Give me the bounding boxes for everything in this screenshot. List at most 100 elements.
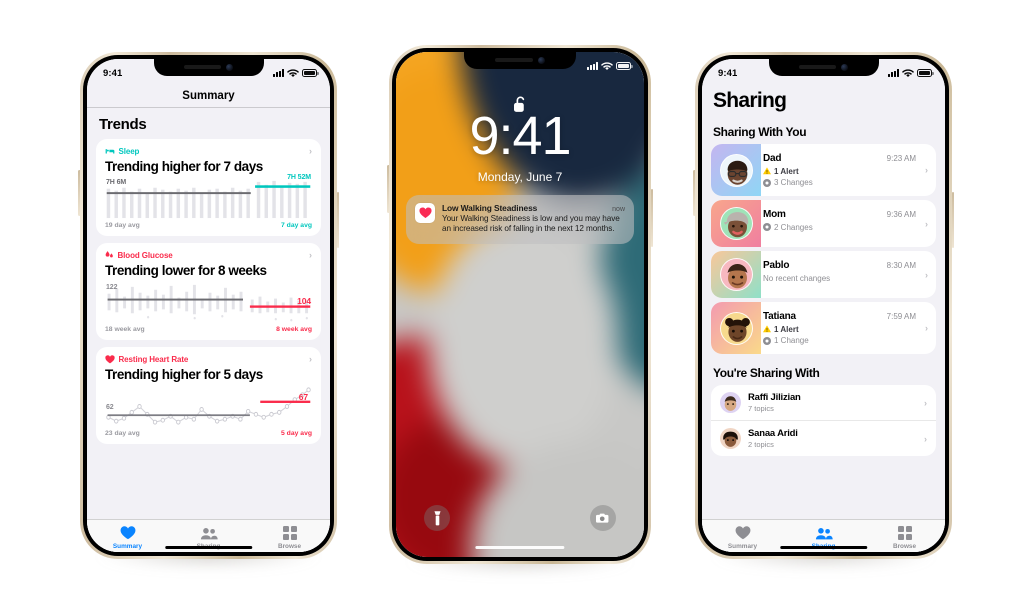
changes-icon <box>763 223 771 231</box>
changes-icon <box>763 178 771 187</box>
card-header: Blood Glucose › <box>105 250 312 260</box>
notification-timestamp: now <box>612 206 625 213</box>
sharing-row-content: Pablo 8:30 AM No recent changes <box>761 251 925 298</box>
hr-baseline-label: 62 <box>106 403 114 411</box>
shared-with-you-list: Dad 9:23 AM 1 Alert 3 Changes › Mom 9:36… <box>702 144 945 358</box>
phone-screen-left: 9:41 Summary Trends Sleep › Trending hig… <box>87 59 330 552</box>
heart-icon <box>120 525 136 541</box>
sleep-chart-svg <box>106 180 311 218</box>
lock-screen-time: 9:41 <box>469 106 571 166</box>
alert-label: 1 Alert <box>774 166 799 176</box>
lock-screen-shortcuts <box>396 505 644 531</box>
camera-button[interactable] <box>590 505 616 531</box>
summary-scroll[interactable]: Trends Sleep › Trending higher for 7 day… <box>87 108 330 520</box>
wifi-icon <box>287 68 299 77</box>
youre-sharing-with-list: Raffi Jilizian 7 topics › Sanaa Aridi 2 … <box>711 385 936 456</box>
contact-info: Sanaa Aridi 2 topics <box>748 428 917 449</box>
sharing-row-header: Tatiana 7:59 AM <box>763 311 916 322</box>
card-header: Sleep › <box>105 146 312 156</box>
notification-header: Low Walking Steadiness now <box>442 203 625 213</box>
card-header: Resting Heart Rate › <box>105 354 312 364</box>
sharing-row-pablo[interactable]: Pablo 8:30 AM No recent changes › <box>711 251 936 298</box>
card-headline: Trending higher for 5 days <box>105 366 263 382</box>
list-item[interactable]: Tatiana 7:59 AM 1 Alert 1 Change › <box>711 302 936 354</box>
contact-info: Raffi Jilizian 7 topics <box>748 392 917 413</box>
glucose-legend-right: 8 week avg <box>276 325 312 333</box>
people-icon <box>200 525 218 541</box>
no-changes-row: No recent changes <box>763 274 916 283</box>
tab-browse[interactable]: Browse <box>864 525 945 550</box>
chevron-right-icon[interactable]: › <box>925 270 936 280</box>
phone-screen-right: 9:41 Sharing Sharing With You Dad 9:23 A… <box>702 59 945 552</box>
list-item[interactable]: Raffi Jilizian 7 topics › <box>711 385 936 421</box>
list-item[interactable]: Mom 9:36 AM 2 Changes › <box>711 200 936 247</box>
trend-card-blood-glucose[interactable]: Blood Glucose › Trending lower for 8 wee… <box>96 242 321 340</box>
chevron-right-icon[interactable]: › <box>925 165 936 175</box>
contact-timestamp: 9:36 AM <box>886 210 916 219</box>
avatar <box>719 153 753 187</box>
tab-summary[interactable]: Summary <box>702 525 783 550</box>
alert-row: 1 Alert <box>763 167 916 176</box>
sharing-row-content: Dad 9:23 AM 1 Alert 3 Changes <box>761 144 925 196</box>
phone-left: 9:41 Summary Trends Sleep › Trending hig… <box>78 52 339 569</box>
notification-body: Low Walking Steadiness now Your Walking … <box>442 203 625 235</box>
status-icons <box>273 68 319 78</box>
flashlight-button[interactable] <box>424 505 450 531</box>
notification-text: Your Walking Steadiness is low and you m… <box>442 213 620 234</box>
lock-screen-date: Monday, June 7 <box>477 170 563 184</box>
card-category-sleep: Sleep <box>105 147 139 156</box>
chevron-right-icon[interactable]: › <box>924 434 927 444</box>
heart-icon <box>735 525 751 541</box>
tab-browse-label: Browse <box>277 543 302 550</box>
sleep-current-label: 7H 52M <box>287 173 311 181</box>
tab-browse[interactable]: Browse <box>249 525 330 550</box>
sharing-row-tatiana[interactable]: Tatiana 7:59 AM 1 Alert 1 Change › <box>711 302 936 354</box>
blood-glucose-icon <box>105 251 113 258</box>
changes-row: 3 Changes <box>763 178 916 187</box>
trend-card-sleep[interactable]: Sleep › Trending higher for 7 days 7H 6M… <box>96 138 321 236</box>
list-item[interactable]: Sanaa Aridi 2 topics › <box>711 421 936 456</box>
chevron-right-icon[interactable]: › <box>925 219 936 229</box>
sleep-legend-right: 7 day avg <box>281 221 312 229</box>
grid-icon <box>897 525 912 541</box>
home-indicator[interactable] <box>475 545 565 549</box>
wifi-icon <box>601 61 613 70</box>
alert-triangle-icon <box>763 167 771 175</box>
phone-center: 9:41 Monday, June 7 Low Walking Steadine… <box>387 45 653 574</box>
tab-summary[interactable]: Summary <box>87 525 168 550</box>
changes-row: 2 Changes <box>763 223 916 232</box>
list-item[interactable]: Pablo 8:30 AM No recent changes › <box>711 251 936 298</box>
sharing-row-dad[interactable]: Dad 9:23 AM 1 Alert 3 Changes › <box>711 144 936 196</box>
changes-row: 1 Change <box>763 336 916 345</box>
chevron-right-icon[interactable]: › <box>924 398 927 408</box>
section-sharing-with-you: Sharing With You <box>713 125 807 139</box>
tab-summary-label: Summary <box>112 543 143 550</box>
battery-icon <box>616 62 633 70</box>
chevron-right-icon[interactable]: › <box>309 250 312 260</box>
home-indicator[interactable] <box>779 545 868 549</box>
tab-summary-label: Summary <box>727 543 758 550</box>
chevron-right-icon[interactable]: › <box>925 323 936 333</box>
notification-banner[interactable]: Low Walking Steadiness now Your Walking … <box>406 195 634 245</box>
screenshot-stage: 9:41 Summary Trends Sleep › Trending hig… <box>0 0 1036 607</box>
earpiece-speaker <box>798 65 837 69</box>
changes-icon <box>763 336 771 345</box>
trend-card-resting-heart-rate[interactable]: Resting Heart Rate › Trending higher for… <box>96 346 321 444</box>
contact-name: Sanaa Aridi <box>748 428 798 440</box>
health-app-sharing: 9:41 Sharing Sharing With You Dad 9:23 A… <box>702 59 945 552</box>
avatar <box>719 311 753 345</box>
chevron-right-icon[interactable]: › <box>309 146 312 156</box>
sharing-row-mom[interactable]: Mom 9:36 AM 2 Changes › <box>711 200 936 247</box>
avatar-background <box>711 302 761 354</box>
glucose-chart-svg <box>107 284 311 321</box>
glucose-baseline-label: 122 <box>106 283 118 291</box>
tab-bar: Summary Sharing <box>87 519 330 552</box>
list-item[interactable]: Dad 9:23 AM 1 Alert 3 Changes › <box>711 144 936 196</box>
chevron-right-icon[interactable]: › <box>309 354 312 364</box>
lock-screen: 9:41 Monday, June 7 Low Walking Steadine… <box>396 52 644 557</box>
hr-chart-svg <box>106 386 311 425</box>
changes-label: 1 Change <box>774 336 809 345</box>
sleep-trend-chart: 7H 6M 7H 52M <box>105 173 312 221</box>
home-indicator[interactable] <box>164 545 253 549</box>
